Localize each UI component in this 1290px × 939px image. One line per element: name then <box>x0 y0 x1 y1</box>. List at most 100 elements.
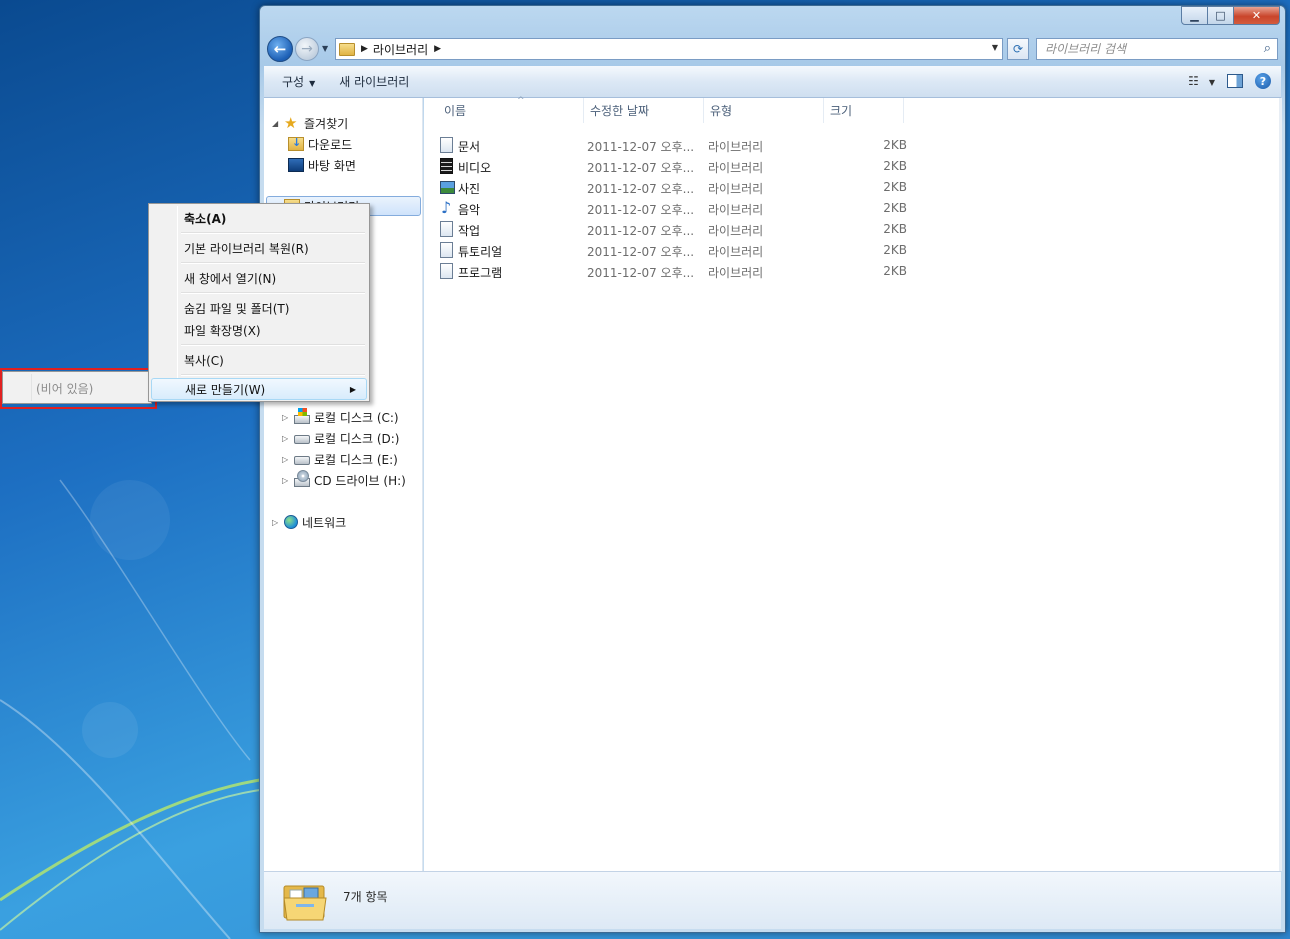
file-date: 2011-12-07 오후... <box>587 161 695 175</box>
file-name: 음악 <box>458 203 481 217</box>
minimize-button[interactable]: ▁ <box>1181 6 1208 25</box>
new-library-button[interactable]: 새 라이브러리 <box>327 73 421 90</box>
hard-drive-icon <box>294 435 310 444</box>
tree-item-favorites[interactable]: ◢ ★ 즐겨찾기 <box>272 113 348 133</box>
explorer-window: ▁ □ ✕ ← → ▼ ▶ 라이브러리 ▶ ▼ ⟳ ⌕ 구성▼ 새 라이브러리 … <box>259 5 1286 933</box>
back-button[interactable]: ← <box>267 36 293 62</box>
file-row[interactable]: 프로그램 2011-12-07 오후... 라이브러리 2KB <box>438 261 908 282</box>
file-type: 라이브러리 <box>708 224 764 238</box>
tree-item-drive-h[interactable]: ▷ CD 드라이브 (H:) <box>282 470 406 490</box>
file-type: 라이브러리 <box>708 203 764 217</box>
sort-ascending-icon: ^ <box>517 96 525 106</box>
expand-arrow-icon[interactable]: ▷ <box>282 434 292 443</box>
column-header-type[interactable]: 유형 <box>704 98 824 123</box>
tree-item-network[interactable]: ▷ 네트워크 <box>272 512 346 532</box>
library-folder-large-icon <box>283 885 327 921</box>
menu-item-collapse[interactable]: 축소(A) <box>151 207 367 229</box>
file-name: 문서 <box>458 140 481 154</box>
change-view-button[interactable]: ☷ ▼ <box>1188 74 1215 88</box>
file-row[interactable]: 비디오 2011-12-07 오후... 라이브러리 2KB <box>438 156 908 177</box>
preview-pane-button[interactable] <box>1227 74 1243 88</box>
file-list: ^ 이름 수정한 날짜 유형 크기 문서 2011-12-07 오후... 라이… <box>424 96 1279 871</box>
expand-arrow-icon[interactable]: ▷ <box>282 413 292 422</box>
column-header-name[interactable]: ^ 이름 <box>438 96 584 123</box>
desktop-icon <box>288 158 304 172</box>
minimize-icon: ▁ <box>1190 9 1199 22</box>
library-folder-icon <box>339 42 355 56</box>
menu-label: 파일 확장명(X) <box>184 323 261 338</box>
help-icon: ? <box>1259 74 1267 88</box>
breadcrumb-separator-icon[interactable]: ▶ <box>434 44 441 54</box>
recent-pages-dropdown[interactable]: ▼ <box>322 44 328 53</box>
search-icon[interactable]: ⌕ <box>1264 41 1271 56</box>
search-box: ⌕ <box>1036 38 1278 60</box>
file-size: 2KB <box>883 138 907 152</box>
file-row[interactable]: 문서 2011-12-07 오후... 라이브러리 2KB <box>438 135 908 156</box>
tree-item-drive-c[interactable]: ▷ 로컬 디스크 (C:) <box>282 407 399 427</box>
vertical-scrollbar[interactable] <box>1279 98 1282 871</box>
breadcrumb-separator-icon[interactable]: ▶ <box>361 44 368 54</box>
file-row[interactable]: 튜토리얼 2011-12-07 오후... 라이브러리 2KB <box>438 240 908 261</box>
menu-item-copy[interactable]: 복사(C) <box>151 349 367 371</box>
file-size: 2KB <box>883 159 907 173</box>
refresh-button[interactable]: ⟳ <box>1007 38 1029 60</box>
menu-item-file-extensions[interactable]: 파일 확장명(X) <box>151 319 367 341</box>
library-icon <box>440 221 453 237</box>
tree-item-downloads[interactable]: 다운로드 <box>286 134 352 154</box>
file-row[interactable]: 작업 2011-12-07 오후... 라이브러리 2KB <box>438 219 908 240</box>
menu-item-open-new-window[interactable]: 새 창에서 열기(N) <box>151 267 367 289</box>
file-row[interactable]: 사진 2011-12-07 오후... 라이브러리 2KB <box>438 177 908 198</box>
menu-item-hidden-files[interactable]: 숨김 파일 및 폴더(T) <box>151 297 367 319</box>
file-date: 2011-12-07 오후... <box>587 182 695 196</box>
caption-buttons: ▁ □ ✕ <box>1181 6 1280 26</box>
file-name: 튜토리얼 <box>458 245 503 259</box>
menu-item-new[interactable]: 새로 만들기(W) ▶ <box>151 378 367 400</box>
tree-item-desktop[interactable]: 바탕 화면 <box>286 155 356 175</box>
tree-label: 로컬 디스크 (E:) <box>314 452 398 467</box>
tree-item-drive-e[interactable]: ▷ 로컬 디스크 (E:) <box>282 449 398 469</box>
file-size: 2KB <box>883 264 907 278</box>
tree-label: 바탕 화면 <box>308 158 356 173</box>
hard-drive-icon <box>294 456 310 465</box>
menu-separator <box>181 292 365 294</box>
address-bar[interactable]: ▶ 라이브러리 ▶ ▼ <box>335 38 1003 60</box>
cd-drive-icon <box>294 470 310 487</box>
back-arrow-icon: ← <box>273 40 287 58</box>
close-icon: ✕ <box>1251 9 1262 22</box>
file-size: 2KB <box>883 201 907 215</box>
organize-button[interactable]: 구성 ▼ <box>270 73 327 90</box>
chevron-down-icon: ▼ <box>309 79 316 88</box>
file-name: 프로그램 <box>458 266 503 280</box>
file-type: 라이브러리 <box>708 245 764 259</box>
address-dropdown-icon[interactable]: ▼ <box>992 43 998 52</box>
menu-separator <box>181 262 365 264</box>
tree-item-drive-d[interactable]: ▷ 로컬 디스크 (D:) <box>282 428 399 448</box>
search-input[interactable] <box>1045 42 1245 56</box>
column-header-size[interactable]: 크기 <box>824 98 904 123</box>
library-icon <box>440 242 453 258</box>
tree-label: 다운로드 <box>308 137 353 152</box>
collapse-arrow-icon[interactable]: ◢ <box>272 119 282 128</box>
maximize-button[interactable]: □ <box>1208 6 1234 25</box>
downloads-folder-icon <box>288 136 304 151</box>
music-library-icon: ♪ <box>441 198 452 217</box>
file-date: 2011-12-07 오후... <box>587 224 695 238</box>
organize-label: 구성 <box>282 75 305 89</box>
expand-arrow-icon[interactable]: ▷ <box>272 518 282 527</box>
close-button[interactable]: ✕ <box>1234 6 1280 25</box>
tree-label: 네트워크 <box>302 515 347 530</box>
new-library-label: 새 라이브러리 <box>339 75 410 89</box>
expand-arrow-icon[interactable]: ▷ <box>282 455 292 464</box>
menu-item-restore-default-libraries[interactable]: 기본 라이브러리 복원(R) <box>151 237 367 259</box>
forward-button[interactable]: → <box>295 37 319 61</box>
column-header-date[interactable]: 수정한 날짜 <box>584 98 704 123</box>
help-button[interactable]: ? <box>1255 73 1271 89</box>
file-row[interactable]: ♪ 음악 2011-12-07 오후... 라이브러리 2KB <box>438 198 908 219</box>
expand-arrow-icon[interactable]: ▷ <box>282 476 292 485</box>
item-count: 7개 항목 <box>343 890 388 904</box>
column-label: 유형 <box>710 104 733 118</box>
file-type: 라이브러리 <box>708 161 764 175</box>
library-icon <box>440 263 453 279</box>
column-label: 수정한 날짜 <box>590 104 650 118</box>
breadcrumb-libraries[interactable]: 라이브러리 <box>373 41 428 58</box>
